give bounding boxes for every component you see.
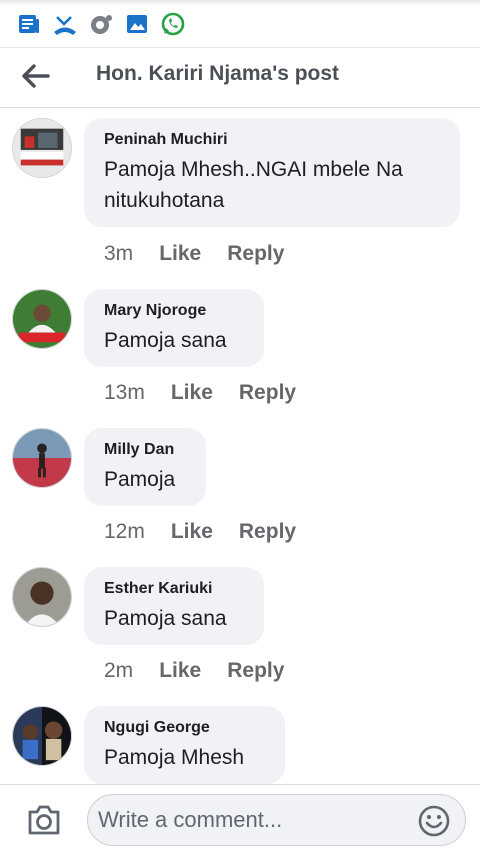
gallery-icon xyxy=(124,11,150,37)
comment-text: Pamoja Mhesh xyxy=(104,746,245,769)
comment-composer xyxy=(0,784,480,854)
comment-text: Pamoja xyxy=(104,468,176,491)
comment-author[interactable]: Milly Dan xyxy=(104,440,186,460)
reply-button[interactable]: Reply xyxy=(239,381,296,404)
comment-time: 2m xyxy=(104,659,134,682)
reply-button[interactable]: Reply xyxy=(227,242,284,265)
comment-input[interactable] xyxy=(98,803,398,837)
comment-bubble[interactable]: Esther Kariuki Pamoja sana xyxy=(84,567,264,645)
comment-author[interactable]: Ngugi George xyxy=(104,718,265,738)
comment-time: 12m xyxy=(104,520,145,543)
reply-button[interactable]: Reply xyxy=(227,659,284,682)
post-header: Hon. Kariri Njama's post xyxy=(0,48,480,108)
avatar[interactable] xyxy=(12,118,72,178)
page-title: Hon. Kariri Njama's post xyxy=(96,62,340,85)
reply-button[interactable]: Reply xyxy=(239,520,296,543)
comment-time: 13m xyxy=(104,381,145,404)
like-button[interactable]: Like xyxy=(159,659,201,682)
comment-bubble[interactable]: Mary Njoroge Pamoja sana xyxy=(84,289,264,367)
avatar[interactable] xyxy=(12,706,72,766)
comment-text: Pamoja Mhesh..NGAI mbele Na nitukuhotana xyxy=(104,158,403,212)
like-button[interactable]: Like xyxy=(171,381,213,404)
like-button[interactable]: Like xyxy=(159,242,201,265)
news-icon xyxy=(16,11,42,37)
like-button[interactable]: Like xyxy=(171,520,213,543)
comment-bubble[interactable]: Peninah Muchiri Pamoja Mhesh..NGAI mbele… xyxy=(84,118,460,227)
emoji-button[interactable] xyxy=(417,804,451,838)
comment-text: Pamoja sana xyxy=(104,607,227,630)
comment-meta: 13m Like Reply xyxy=(104,379,322,407)
emoji-smile-icon xyxy=(418,805,450,837)
comment-meta: 2m Like Reply xyxy=(104,657,310,685)
comment-bubble[interactable]: Milly Dan Pamoja xyxy=(84,428,206,506)
back-button[interactable] xyxy=(14,54,58,98)
comment-author[interactable]: Peninah Muchiri xyxy=(104,130,440,150)
avatar[interactable] xyxy=(12,428,72,488)
camera-icon xyxy=(28,805,60,835)
comment-time: 3m xyxy=(104,242,134,265)
comment-author[interactable]: Mary Njoroge xyxy=(104,301,244,321)
comment-text: Pamoja sana xyxy=(104,329,227,352)
camera-button[interactable] xyxy=(24,800,64,840)
status-bar-shadow xyxy=(0,0,480,6)
comment-author[interactable]: Esther Kariuki xyxy=(104,579,244,599)
comment-meta: 12m Like Reply xyxy=(104,518,322,546)
missed-call-icon xyxy=(52,11,78,37)
arrow-left-icon xyxy=(22,64,50,88)
comment-meta: 3m Like Reply xyxy=(104,240,310,268)
avatar[interactable] xyxy=(12,567,72,627)
sync-icon xyxy=(88,11,114,37)
avatar[interactable] xyxy=(12,289,72,349)
comment-bubble[interactable]: Ngugi George Pamoja Mhesh xyxy=(84,706,285,784)
whatsapp-icon xyxy=(160,11,186,37)
comment-input-box[interactable] xyxy=(87,794,466,846)
status-bar xyxy=(0,0,480,48)
